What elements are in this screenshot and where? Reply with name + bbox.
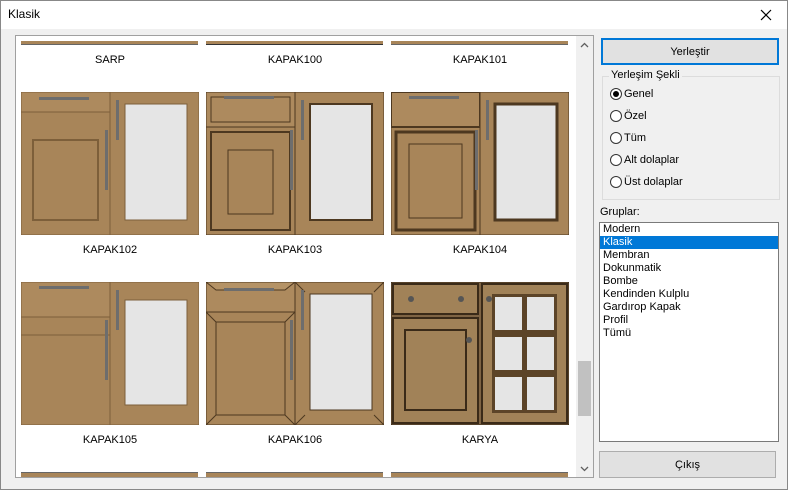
radio-label: Tüm (624, 132, 646, 144)
radio-unchecked-icon (610, 132, 622, 144)
door-thumb-partial (21, 472, 198, 477)
list-item[interactable]: Dokunmatik (600, 262, 778, 275)
door-thumb-kapak102[interactable] (21, 92, 199, 235)
door-label-sarp[interactable]: SARP (20, 54, 200, 66)
radio-alt-dolaplar[interactable]: Alt dolaplar (610, 154, 679, 166)
list-item[interactable]: Tümü (600, 327, 778, 340)
scroll-down-button[interactable] (576, 460, 593, 477)
radio-label: Genel (624, 88, 654, 100)
scroll-up-button[interactable] (576, 36, 593, 53)
list-item[interactable]: Modern (600, 223, 778, 236)
door-thumb-karya[interactable] (391, 282, 569, 425)
close-button[interactable] (745, 1, 787, 29)
radio-label: Özel (624, 110, 647, 122)
door-label-kapak105[interactable]: KAPAK105 (20, 434, 200, 446)
placement-group: Yerleşim Şekli Genel Özel Tüm Alt dolapl… (602, 69, 780, 200)
radio-ust-dolaplar[interactable]: Üst dolaplar (610, 176, 683, 188)
groups-label: Gruplar: (600, 206, 640, 218)
door-label-kapak104[interactable]: KAPAK104 (390, 244, 570, 256)
list-item-selected[interactable]: Klasik (600, 236, 778, 249)
radio-unchecked-icon (610, 110, 622, 122)
list-item[interactable]: Profil (600, 314, 778, 327)
door-label-kapak102[interactable]: KAPAK102 (20, 244, 200, 256)
placement-group-title: Yerleşim Şekli (609, 69, 682, 81)
vertical-scrollbar[interactable] (576, 36, 593, 477)
exit-button[interactable]: Çıkış (599, 451, 776, 478)
scrollbar-thumb[interactable] (578, 361, 591, 416)
radio-ozel[interactable]: Özel (610, 110, 647, 122)
radio-unchecked-icon (610, 176, 622, 188)
door-label-kapak106[interactable]: KAPAK106 (205, 434, 385, 446)
place-button[interactable]: Yerleştir (601, 38, 779, 65)
list-item[interactable]: Kendinden Kulplu (600, 288, 778, 301)
door-thumb-kapak106[interactable] (206, 282, 384, 425)
door-thumb-partial (206, 472, 383, 477)
groups-listbox[interactable]: Modern Klasik Membran Dokunmatik Bombe K… (599, 222, 779, 442)
title-bar: Klasik (1, 1, 787, 29)
door-label-karya[interactable]: KARYA (390, 434, 570, 446)
door-thumb-partial (391, 41, 568, 45)
list-item[interactable]: Gardırop Kapak (600, 301, 778, 314)
list-item[interactable]: Membran (600, 249, 778, 262)
door-thumb-kapak103[interactable] (206, 92, 384, 235)
close-icon (760, 9, 772, 21)
chevron-up-icon (580, 42, 589, 47)
list-item[interactable]: Bombe (600, 275, 778, 288)
radio-tum[interactable]: Tüm (610, 132, 646, 144)
door-label-kapak103[interactable]: KAPAK103 (205, 244, 385, 256)
radio-label: Alt dolaplar (624, 154, 680, 166)
door-label-kapak100[interactable]: KAPAK100 (205, 54, 385, 66)
door-thumb-partial (391, 472, 568, 477)
radio-label: Üst dolaplar (624, 176, 683, 188)
door-thumb-partial (206, 41, 383, 45)
door-thumb-kapak104[interactable] (391, 92, 569, 235)
radio-checked-icon (610, 88, 622, 100)
radio-unchecked-icon (610, 154, 622, 166)
door-thumb-kapak105[interactable] (21, 282, 199, 425)
door-thumb-partial (21, 41, 198, 45)
door-gallery[interactable]: SARP KAPAK100 KAPAK101 KAPAK102 KAPAK103… (15, 35, 594, 478)
chevron-down-icon (580, 466, 589, 471)
door-label-kapak101[interactable]: KAPAK101 (390, 54, 570, 66)
dialog-window: Klasik SARP KAPAK100 KAPAK101 KAPAK102 K… (0, 0, 788, 490)
window-title: Klasik (8, 7, 41, 21)
radio-genel[interactable]: Genel (610, 88, 653, 100)
